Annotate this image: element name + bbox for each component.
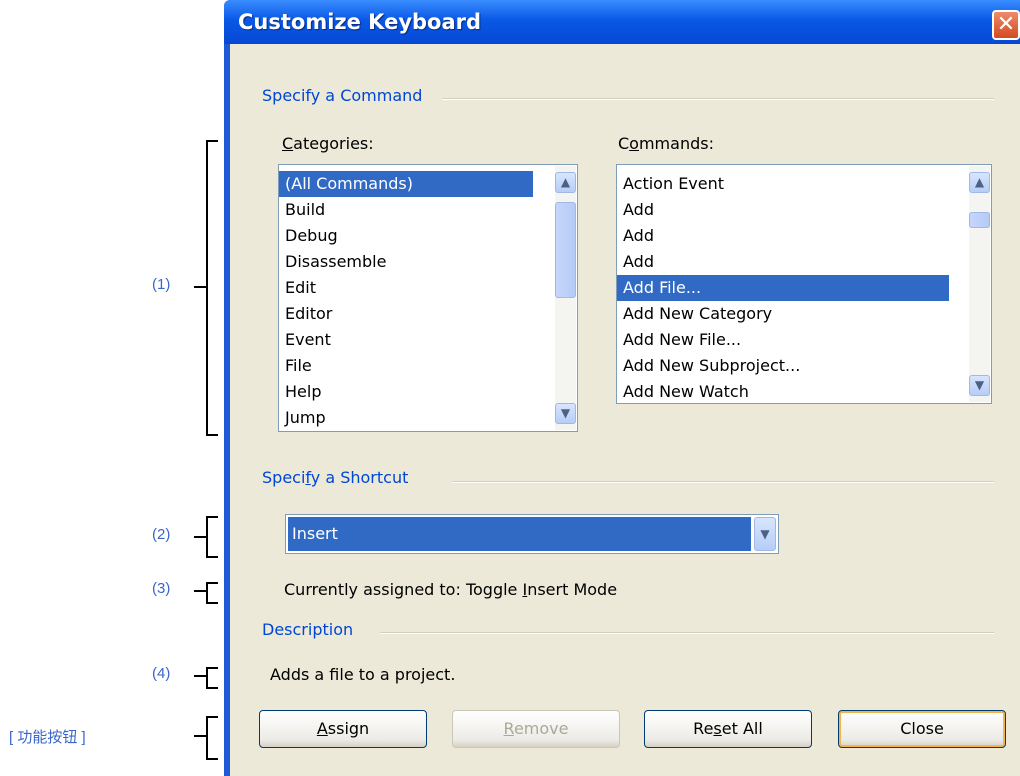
chevron-up-icon: ▲ — [560, 175, 571, 189]
list-item[interactable]: Add New Category — [617, 301, 991, 327]
list-item[interactable]: Event — [279, 327, 577, 353]
commands-list[interactable]: Action Event Add Add Add Add File... Add… — [616, 164, 992, 404]
annotation-3-tick — [194, 590, 206, 592]
description-divider — [380, 632, 994, 634]
annotation-1-tick — [194, 286, 206, 288]
dialog-client-area: Specify a Command Categories: Commands: … — [230, 44, 1020, 776]
assigned-prefix: Currently assigned to: Toggle — [284, 580, 523, 599]
dialog-title: Customize Keyboard — [238, 10, 482, 34]
annotation-function-buttons: [ 功能按钮 ] — [9, 729, 86, 746]
list-item[interactable]: (All Commands) — [279, 171, 533, 197]
scroll-thumb[interactable] — [555, 202, 576, 298]
chevron-down-icon: ▼ — [760, 527, 770, 541]
annotation-3: (3) — [152, 580, 171, 597]
close-window-button[interactable]: ✕ — [992, 10, 1020, 40]
annotation-1-bracket — [206, 140, 218, 436]
title-bar[interactable]: Customize Keyboard ✕ — [224, 0, 1020, 44]
chevron-down-icon: ▼ — [974, 378, 985, 392]
annotation-4-bracket — [206, 667, 218, 689]
annotation-4: (4) — [152, 665, 171, 682]
categories-list[interactable]: (All Commands) Build Debug Disassemble E… — [278, 164, 578, 432]
annotation-5-tick — [194, 735, 206, 737]
annotation-2: (2) — [152, 526, 171, 543]
chevron-down-icon: ▼ — [560, 406, 571, 420]
commands-label: Commands: — [618, 134, 714, 153]
close-button[interactable]: Close — [838, 710, 1006, 748]
scroll-up-button[interactable]: ▲ — [969, 172, 990, 193]
description-text: Adds a file to a project. — [270, 665, 456, 684]
annotation-4-tick — [194, 675, 206, 677]
reset-all-button[interactable]: Reset All — [644, 710, 812, 748]
scroll-thumb[interactable] — [969, 212, 990, 228]
shortcut-dropdown-button[interactable]: ▼ — [754, 517, 776, 551]
list-item[interactable]: Add — [617, 197, 991, 223]
annotation-3-bracket — [206, 582, 218, 604]
list-item[interactable]: Build — [279, 197, 577, 223]
list-item[interactable]: Debug — [279, 223, 577, 249]
annotation-2-tick — [194, 536, 206, 538]
list-item[interactable]: Add — [617, 223, 991, 249]
list-item[interactable]: Editor — [279, 301, 577, 327]
scroll-down-button[interactable]: ▼ — [555, 403, 576, 424]
list-item[interactable]: Disassemble — [279, 249, 577, 275]
list-item[interactable]: Add New Subproject... — [617, 353, 991, 379]
close-icon: ✕ — [996, 12, 1016, 37]
list-item[interactable]: Add New Watch — [617, 379, 991, 405]
scroll-up-button[interactable]: ▲ — [555, 172, 576, 193]
specify-command-heading: Specify a Command — [262, 86, 423, 105]
assign-button[interactable]: Assign — [259, 710, 427, 748]
scroll-down-button[interactable]: ▼ — [969, 375, 990, 396]
specify-shortcut-divider — [452, 481, 994, 483]
list-item[interactable]: Add File... — [617, 275, 949, 301]
shortcut-value[interactable]: Insert — [288, 517, 751, 551]
list-item[interactable]: Add — [617, 249, 991, 275]
annotation-2-bracket — [206, 516, 218, 558]
annotation-5-bracket — [206, 716, 218, 760]
list-item[interactable]: File — [279, 353, 577, 379]
assigned-command-rest: nsert Mode — [527, 580, 618, 599]
remove-button[interactable]: Remove — [452, 710, 620, 748]
categories-scrollbar[interactable]: ▲ ▼ — [555, 166, 576, 430]
currently-assigned-text: Currently assigned to: Toggle Insert Mod… — [284, 580, 617, 599]
list-item[interactable]: Edit — [279, 275, 577, 301]
list-item[interactable]: Action Event — [617, 171, 991, 197]
categories-label: Categories: — [282, 134, 374, 153]
annotation-1: (1) — [152, 276, 171, 293]
list-item[interactable]: Jump — [279, 405, 577, 431]
specify-shortcut-heading: Specify a Shortcut — [262, 468, 409, 487]
chevron-up-icon: ▲ — [974, 175, 985, 189]
list-item[interactable]: Help — [279, 379, 577, 405]
specify-command-divider — [442, 98, 994, 100]
commands-scrollbar[interactable]: ▲ ▼ — [969, 166, 990, 402]
shortcut-combobox[interactable]: Insert ▼ — [285, 514, 779, 554]
list-item[interactable]: Add New File... — [617, 327, 991, 353]
description-heading: Description — [262, 620, 354, 639]
customize-keyboard-dialog: Customize Keyboard ✕ Specify a Command C… — [224, 0, 1020, 776]
